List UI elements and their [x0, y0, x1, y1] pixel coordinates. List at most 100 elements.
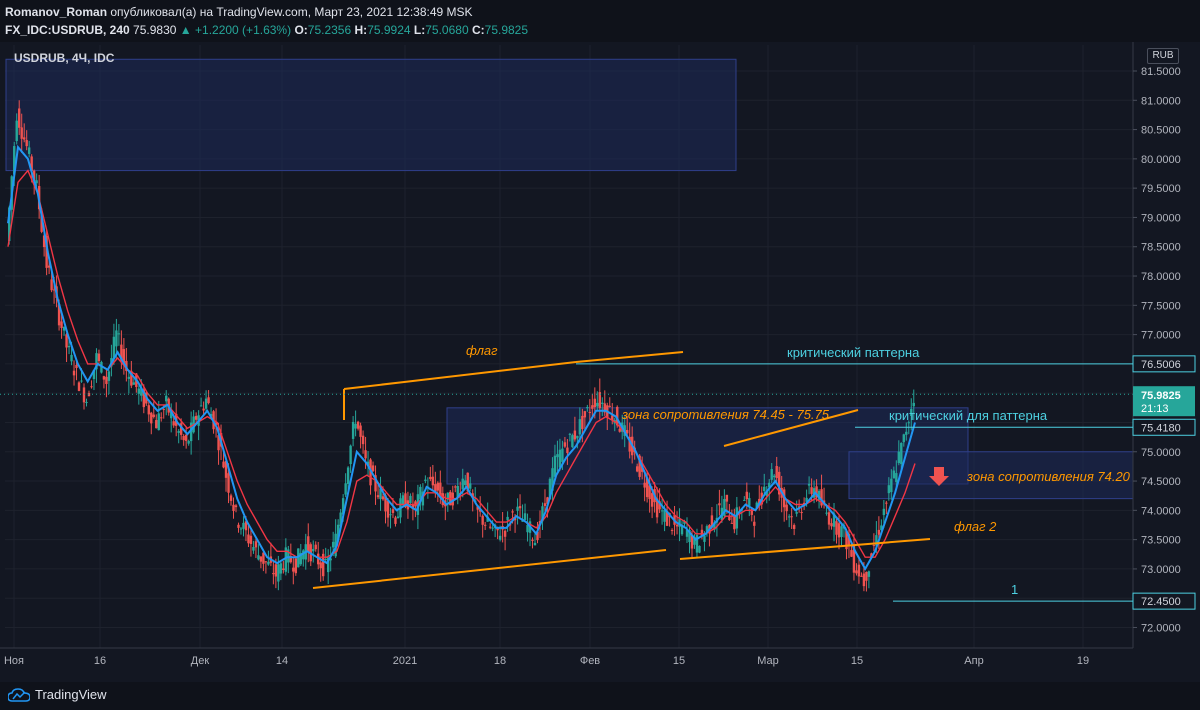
- candle-body: [346, 467, 350, 484]
- candle-body: [753, 521, 756, 526]
- candle-body: [807, 483, 811, 486]
- y-tick-label: 74.5000: [1141, 476, 1181, 488]
- candle-body: [608, 405, 611, 407]
- candle-body: [596, 402, 599, 407]
- chart-symbol-label: USDRUB, 4Ч, IDC: [14, 51, 115, 65]
- candle-body: [137, 388, 141, 394]
- candle-body: [800, 512, 803, 514]
- y-tick-label: 73.0000: [1141, 564, 1181, 576]
- candle-body: [401, 495, 405, 505]
- candle-body: [890, 478, 893, 493]
- author-name[interactable]: Romanov_Roman: [5, 5, 107, 19]
- candle-body: [162, 408, 165, 410]
- currency-button[interactable]: RUB: [1147, 48, 1179, 64]
- candle-body: [718, 503, 721, 506]
- candle-body: [827, 512, 831, 525]
- candle-body: [35, 180, 38, 184]
- x-tick-label: 14: [276, 655, 288, 667]
- x-tick-label: Апр: [964, 655, 983, 667]
- candle-body: [359, 425, 362, 437]
- candle-body: [670, 529, 674, 531]
- candle-body: [855, 570, 858, 574]
- candle-body: [464, 480, 467, 486]
- candle-body: [488, 526, 492, 528]
- cloud-logo-icon: [8, 687, 30, 702]
- candle-body: [77, 382, 81, 391]
- candle-body: [745, 491, 749, 500]
- x-tick-label: Мар: [757, 655, 779, 667]
- level-price-text: 72.4500: [1141, 596, 1181, 608]
- candle-body: [516, 506, 519, 511]
- candle-body: [885, 502, 888, 504]
- candle-body: [872, 544, 876, 546]
- candle-body: [194, 415, 198, 420]
- y-tick-label: 74.0000: [1141, 505, 1181, 517]
- close-label: C:: [471, 23, 485, 37]
- candle-body: [331, 541, 335, 548]
- high-label: H:: [354, 23, 368, 37]
- candle-body: [593, 398, 597, 408]
- candle-body: [650, 493, 654, 507]
- low-value: 75.0680: [425, 23, 469, 37]
- y-tick-label: 80.0000: [1141, 154, 1181, 166]
- candle-body: [354, 423, 357, 429]
- candle-body: [556, 454, 559, 458]
- candle-body: [454, 486, 457, 488]
- candle-body: [481, 515, 484, 525]
- y-tick-label: 79.0000: [1141, 212, 1181, 224]
- trendline-orange: [343, 361, 577, 390]
- candle-body: [264, 561, 268, 563]
- candle-body: [202, 408, 205, 411]
- annotation-text: флаг: [466, 343, 498, 358]
- candle-body: [242, 522, 245, 529]
- candle-body: [563, 442, 567, 447]
- y-tick-label: 77.0000: [1141, 330, 1181, 342]
- x-tick-label: 18: [494, 655, 506, 667]
- candle-body: [294, 558, 297, 574]
- candle-body: [835, 521, 838, 535]
- candle-body: [877, 529, 881, 535]
- candle-body: [431, 476, 435, 486]
- candle-body: [902, 434, 905, 443]
- candle-body: [279, 563, 283, 574]
- candle-body: [152, 414, 155, 417]
- annotation-text: 1: [1011, 582, 1018, 597]
- annotation-text: критический паттерна: [787, 345, 920, 360]
- countdown-text: 21:13: [1141, 403, 1169, 415]
- candle-body: [97, 353, 101, 362]
- price-chart[interactable]: флаг критический паттерна зона сопротивлен…: [0, 42, 1200, 682]
- time-axis: Ноя 16 Дек 14 2021 18 Фев 15 Мар 15 Апр 19: [0, 647, 1133, 667]
- candle-body: [15, 120, 18, 141]
- candle-body: [27, 147, 31, 154]
- candle-body: [523, 513, 527, 520]
- candle-body: [533, 542, 537, 546]
- candle-body: [586, 407, 589, 409]
- candle-body: [314, 544, 317, 550]
- candle-body: [626, 429, 629, 434]
- candle-body: [349, 445, 352, 465]
- candle-body: [643, 482, 646, 488]
- tradingview-logo[interactable]: TradingView: [8, 687, 107, 702]
- candle-body: [581, 415, 584, 430]
- y-tick-label: 73.5000: [1141, 535, 1181, 547]
- candle-body: [900, 442, 903, 465]
- footer: TradingView: [0, 682, 1200, 710]
- candle-body: [887, 485, 891, 494]
- candle-body: [274, 564, 278, 577]
- candle-body: [391, 509, 395, 513]
- candle-body: [583, 411, 587, 418]
- candle-body: [282, 568, 285, 570]
- candle-body: [461, 478, 464, 490]
- candle-body: [860, 575, 863, 577]
- candle-body: [187, 440, 190, 444]
- y-tick-label: 79.5000: [1141, 183, 1181, 195]
- candle-body: [743, 499, 746, 501]
- candle-body: [371, 465, 375, 472]
- candle-body: [394, 517, 397, 524]
- candle-body: [165, 395, 168, 402]
- candle-body: [22, 137, 26, 140]
- y-tick-label: 78.5000: [1141, 242, 1181, 254]
- y-tick-label: 80.5000: [1141, 125, 1181, 137]
- candle-body: [60, 321, 63, 328]
- candle-body: [571, 435, 574, 448]
